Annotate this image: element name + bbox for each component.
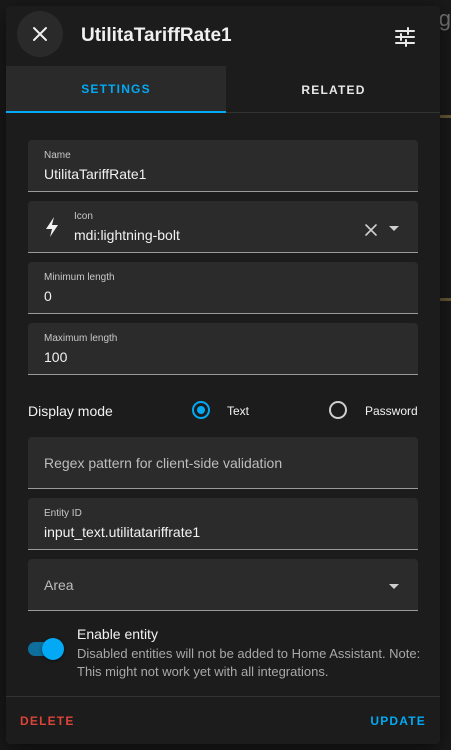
tab-related[interactable]: RELATED: [227, 66, 440, 113]
close-button[interactable]: [17, 11, 63, 57]
name-field-label: Name: [44, 150, 71, 161]
clear-icon[interactable]: [364, 223, 378, 237]
entity-id-value: input_text.utilitatariffrate1: [44, 524, 201, 540]
dialog-title: UtilitaTariffRate1: [81, 25, 232, 46]
name-field-value: UtilitaTariffRate1: [44, 166, 147, 182]
icon-field-label: Icon: [74, 211, 93, 222]
display-mode-label: Display mode: [28, 403, 113, 419]
minimum-length-field[interactable]: Minimum length 0: [28, 262, 418, 314]
dialog-footer: DELETE UPDATE: [6, 696, 440, 744]
tune-icon: [395, 27, 415, 47]
maximum-length-label: Maximum length: [44, 333, 118, 344]
switch-thumb: [42, 638, 64, 660]
radio-text[interactable]: [192, 401, 210, 419]
area-placeholder: Area: [44, 577, 74, 593]
tab-settings[interactable]: SETTINGS: [6, 66, 226, 113]
chevron-down-icon[interactable]: [389, 584, 399, 589]
enable-entity-title: Enable entity: [77, 626, 158, 642]
minimum-length-label: Minimum length: [44, 272, 115, 283]
regex-pattern-field[interactable]: Regex pattern for client-side validation: [28, 437, 418, 489]
backdrop-glyph: g: [438, 6, 451, 31]
icon-field-value: mdi:lightning-bolt: [74, 227, 180, 243]
entity-id-field[interactable]: Entity ID input_text.utilitatariffrate1: [28, 498, 418, 550]
close-icon: [33, 27, 47, 41]
display-mode-group: Display mode Text Password: [28, 390, 428, 430]
radio-text-label[interactable]: Text: [227, 404, 249, 418]
radio-password-label[interactable]: Password: [365, 404, 418, 418]
maximum-length-value: 100: [44, 349, 68, 365]
enable-entity-description: Disabled entities will not be added to H…: [77, 646, 421, 679]
maximum-length-field[interactable]: Maximum length 100: [28, 323, 418, 375]
radio-password[interactable]: [329, 401, 347, 419]
entity-id-label: Entity ID: [44, 508, 82, 519]
area-picker-field[interactable]: Area: [28, 559, 418, 611]
lightning-bolt-icon: [46, 217, 58, 237]
minimum-length-value: 0: [44, 288, 52, 304]
name-field[interactable]: Name UtilitaTariffRate1: [28, 140, 418, 192]
icon-picker-field[interactable]: Icon mdi:lightning-bolt: [28, 201, 418, 253]
enable-entity-switch[interactable]: [28, 638, 64, 660]
update-button[interactable]: UPDATE: [370, 714, 426, 728]
regex-pattern-placeholder: Regex pattern for client-side validation: [44, 455, 283, 471]
dialog-header: UtilitaTariffRate1: [6, 6, 440, 66]
chevron-down-icon[interactable]: [389, 226, 399, 231]
advanced-settings-button[interactable]: [391, 23, 419, 51]
settings-form: Name UtilitaTariffRate1 Icon mdi:lightni…: [6, 113, 440, 698]
entity-settings-dialog: UtilitaTariffRate1 SETTINGS RELATED Name…: [6, 6, 440, 744]
tab-bar: SETTINGS RELATED: [6, 66, 440, 113]
delete-button[interactable]: DELETE: [20, 714, 75, 728]
